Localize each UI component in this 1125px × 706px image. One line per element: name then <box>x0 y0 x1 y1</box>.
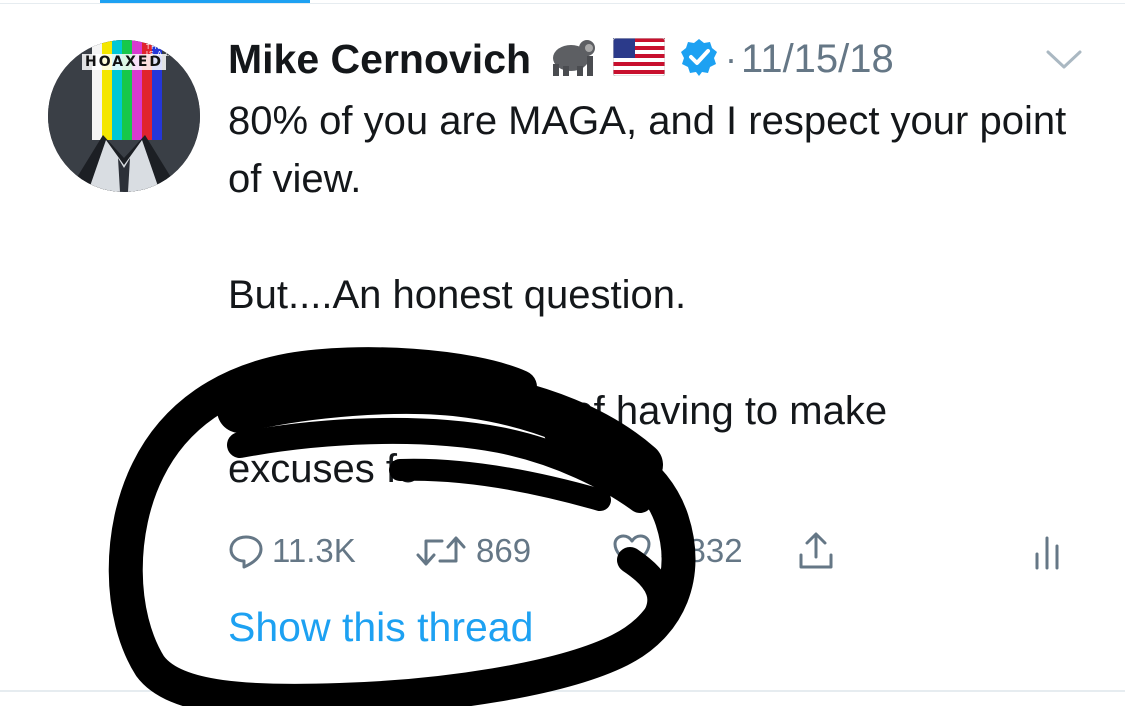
retweet-icon <box>416 536 466 566</box>
share-icon <box>799 532 833 569</box>
verified-badge-icon <box>679 37 719 82</box>
retweet-count: 869 <box>476 532 532 569</box>
tweet-text-line-partial: excuses fo <box>228 447 420 491</box>
show-thread-link[interactable]: Show this thread <box>228 604 533 651</box>
reply-icon <box>229 535 263 569</box>
author-name[interactable]: Mike Cernovich <box>228 36 531 83</box>
like-count: 3,832 <box>660 532 743 569</box>
tweet-text-line: But....An honest question. <box>228 273 687 317</box>
analytics-icon <box>1035 536 1059 570</box>
avatar[interactable]: HOAXED THEY TOLD IS A L <box>48 40 200 192</box>
top-divider <box>0 3 1125 4</box>
retweet-button[interactable]: 869 <box>414 526 531 576</box>
tweet-date[interactable]: 11/15/18 <box>741 37 894 82</box>
analytics-button[interactable] <box>1032 526 1062 576</box>
share-button[interactable] <box>798 526 834 576</box>
bottom-divider <box>0 690 1125 692</box>
like-button[interactable]: 3,832 <box>612 526 743 576</box>
tweet-text: 80% of you are MAGA, and I respect your … <box>228 92 1098 498</box>
like-icon <box>613 534 651 568</box>
us-flag-emoji <box>612 37 666 81</box>
avatar-banner-top-text: THEY TOLD IS A L <box>146 44 194 58</box>
chevron-down-icon[interactable] <box>1044 48 1084 77</box>
gorilla-emoji <box>543 36 601 83</box>
tweet-text-fragment: A <box>228 389 255 433</box>
reply-button[interactable]: 11.3K <box>228 526 356 576</box>
separator-dot: · <box>725 38 738 79</box>
tweet-text-line: 80% of you are MAGA, and I respect your … <box>228 99 1067 201</box>
tweet-header: Mike Cernovich · 11/15/18 <box>228 32 894 86</box>
reply-count: 11.3K <box>272 532 356 569</box>
tweet-text-line-partial: A d of having to make <box>228 382 1098 440</box>
tweet-action-bar: 11.3K 869 3,832 <box>228 526 1088 576</box>
tweet-text-fragment: d of having to make <box>538 389 888 433</box>
